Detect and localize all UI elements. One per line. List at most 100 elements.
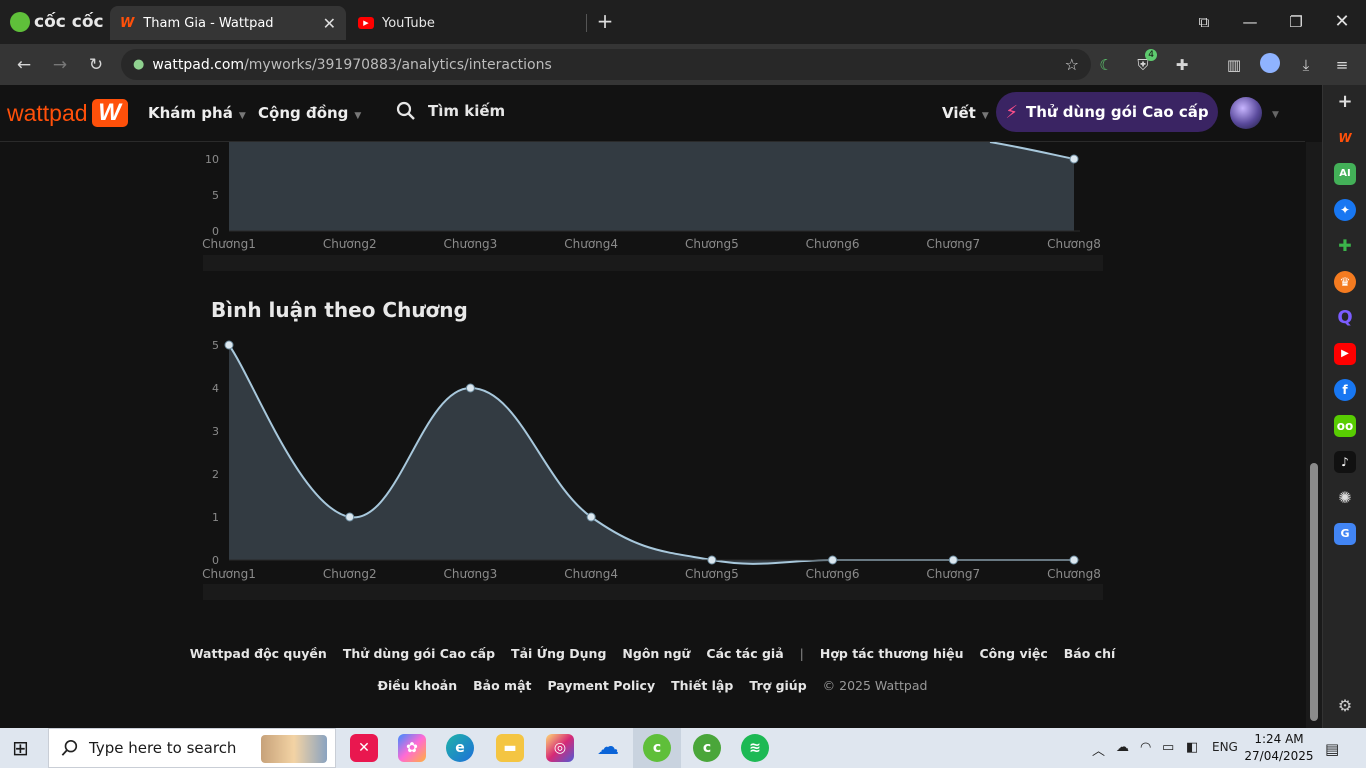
site-info-icon[interactable]: ● [133,57,144,72]
taskbar-instagram-icon[interactable]: ◎ [546,734,574,762]
wattpad-logo[interactable]: wattpad W [7,99,128,127]
nav-explore[interactable]: Khám phá ▼ [148,104,246,122]
chart2-y-tick-label: 5 [212,339,219,352]
search-button[interactable]: Tìm kiếm [396,101,505,121]
google-translate-icon[interactable]: G [1334,523,1356,545]
chevron-down-icon: ▼ [238,111,246,121]
taskbar-file-explorer-icon[interactable]: ▬ [496,734,524,762]
taskbar-spotify-icon[interactable]: ≋ [741,734,769,762]
chatgpt-icon[interactable]: ✺ [1334,487,1356,509]
footer-link[interactable]: Điều khoản [378,678,458,693]
tray-cloud-icon[interactable]: ☁ [1116,740,1129,755]
tray-chevron-up-icon[interactable]: ︿ [1092,740,1105,759]
chart1-x-tick-label: Chương3 [444,237,498,251]
taskbar-coccoc-icon[interactable]: c [643,734,671,762]
duolingo-icon[interactable]: oo [1334,415,1356,437]
tab-youtube[interactable]: ▶ YouTube [352,6,588,40]
split-view-icon[interactable]: ▥ [1222,53,1246,77]
footer-link[interactable]: Bảo mật [473,678,531,693]
chevron-down-icon: ▼ [981,111,989,121]
premium-button[interactable]: ⚡ Thử dùng gói Cao cấp [996,92,1218,132]
footer-link[interactable]: Wattpad độc quyền [190,646,327,661]
taskbar-search-placeholder: Type here to search [89,739,237,757]
new-tab-button[interactable]: + [594,11,616,33]
taskbar-search-box[interactable]: Type here to search [48,728,336,768]
footer-link[interactable]: Công việc [980,646,1048,661]
footer-link[interactable]: Ngôn ngữ [622,646,690,661]
settings-gear-icon[interactable]: ⚙ [1334,695,1356,717]
browser-tab-strip: cốc cốc W Tham Gia - Wattpad ✕ ▶ YouTube… [0,0,1366,44]
tray-wifi-icon[interactable]: ◠ [1140,740,1151,755]
taskbar-edge-icon[interactable]: e [446,734,474,762]
game-controller-icon[interactable]: ✚ [1334,235,1356,257]
search-label: Tìm kiếm [428,102,506,120]
footer-link[interactable]: Hợp tác thương hiệu [820,646,964,661]
ai-assistant-icon[interactable]: AI [1334,163,1356,185]
download-icon[interactable]: ⤓ [1294,53,1318,77]
address-bar[interactable]: ● wattpad.com/myworks/391970883/analytic… [121,49,1091,80]
crown-game-icon[interactable]: ♛ [1334,271,1356,293]
chart2-data-point [465,383,475,393]
footer-link[interactable]: Báo chí [1064,646,1116,661]
chart1-data-point [1069,154,1079,164]
minimize-button[interactable]: — [1232,8,1268,36]
nav-community-label: Cộng đồng [258,104,349,122]
chevron-down-icon: ▼ [354,111,362,121]
bookmark-star-icon[interactable]: ☆ [1065,55,1079,74]
footer-link[interactable]: Trợ giúp [749,678,806,693]
extension-badge: 4 [1145,49,1157,61]
chart-reads-per-chapter: 0510 Chương1 Chương2 Chương3 Chương4 Chương5… [202,142,1101,251]
taskbar-coccoc-alt-icon[interactable]: c [693,734,721,762]
dark-mode-icon[interactable]: ☾ [1094,53,1118,77]
maximize-button[interactable]: ❐ [1278,8,1314,36]
taskbar-onedrive-icon[interactable]: ☁ [594,734,622,762]
notifications-icon[interactable]: ▤ [1325,740,1339,758]
close-window-button[interactable]: ✕ [1324,8,1360,36]
add-sidebar-app-icon[interactable]: + [1334,91,1356,113]
close-tab-icon[interactable]: ✕ [323,14,336,33]
coccoc-logo[interactable]: cốc cốc [10,10,104,34]
messenger-icon[interactable]: ✦ [1334,199,1356,221]
reload-button[interactable]: ↻ [83,52,109,78]
tiktok-icon[interactable]: ♪ [1334,451,1356,473]
profile-icon[interactable] [1258,53,1282,77]
quiz-q-icon[interactable]: Q [1334,307,1356,329]
taskbar-clock[interactable]: 1:24 AM 27/04/2025 [1244,731,1314,765]
footer-link[interactable]: Các tác giả [706,646,783,661]
windows-taskbar: ⊞ Type here to search ✕ ✿ e ▬ ◎ ☁ c c ≋ … [0,728,1366,768]
nav-write[interactable]: Viết ▼ [942,104,989,122]
youtube-icon[interactable]: ▶ [1334,343,1356,365]
chart2-x-labels: Chương1 Chương2 Chương3 Chương4 Chương5 Chươn… [202,567,1101,581]
search-icon [396,101,415,120]
footer-link[interactable]: Thử dùng gói Cao cấp [343,646,495,661]
wattpad-header: wattpad W Khám phá ▼ Cộng đồng ▼ Tìm kiếm … [0,85,1305,142]
search-tabs-icon[interactable]: ⧉ [1186,8,1222,36]
forward-button[interactable]: → [47,52,73,78]
footer-link[interactable]: Payment Policy [547,678,655,693]
page-scrollbar-thumb[interactable] [1310,463,1318,721]
browser-toolbar: ← → ↻ ● wattpad.com/myworks/391970883/an… [0,44,1366,85]
tray-speaker-icon[interactable]: ◧ [1186,740,1198,755]
footer-link[interactable]: Thiết lập [671,678,733,693]
nav-community[interactable]: Cộng đồng ▼ [258,104,361,122]
avatar[interactable] [1230,97,1262,129]
windows-start-icon[interactable]: ⊞ [12,737,36,759]
wattpad-icon[interactable]: W [1334,127,1356,149]
back-button[interactable]: ← [11,52,37,78]
shield-extension-icon[interactable]: ⛨ 4 [1131,49,1157,77]
logo-text: wattpad [7,99,88,126]
chart2-x-tick-label: Chương4 [564,567,618,581]
tray-battery-icon[interactable]: ▭ [1162,740,1174,755]
chart1-x-tick-label: Chương7 [926,237,980,251]
tab-title: YouTube [382,15,435,31]
taskbar-copilot-icon[interactable]: ✿ [398,734,426,762]
chart2-data-point [586,512,596,522]
footer-link[interactable]: Tải Ứng Dụng [511,646,606,661]
facebook-icon[interactable]: f [1334,379,1356,401]
tab-wattpad[interactable]: W Tham Gia - Wattpad ✕ [110,6,346,40]
extensions-puzzle-icon[interactable]: ✚ [1170,53,1194,77]
menu-icon[interactable]: ≡ [1330,53,1354,77]
chevron-down-icon[interactable]: ▼ [1272,110,1279,120]
tray-language[interactable]: ENG [1212,740,1238,754]
taskbar-app-x-icon[interactable]: ✕ [350,734,378,762]
